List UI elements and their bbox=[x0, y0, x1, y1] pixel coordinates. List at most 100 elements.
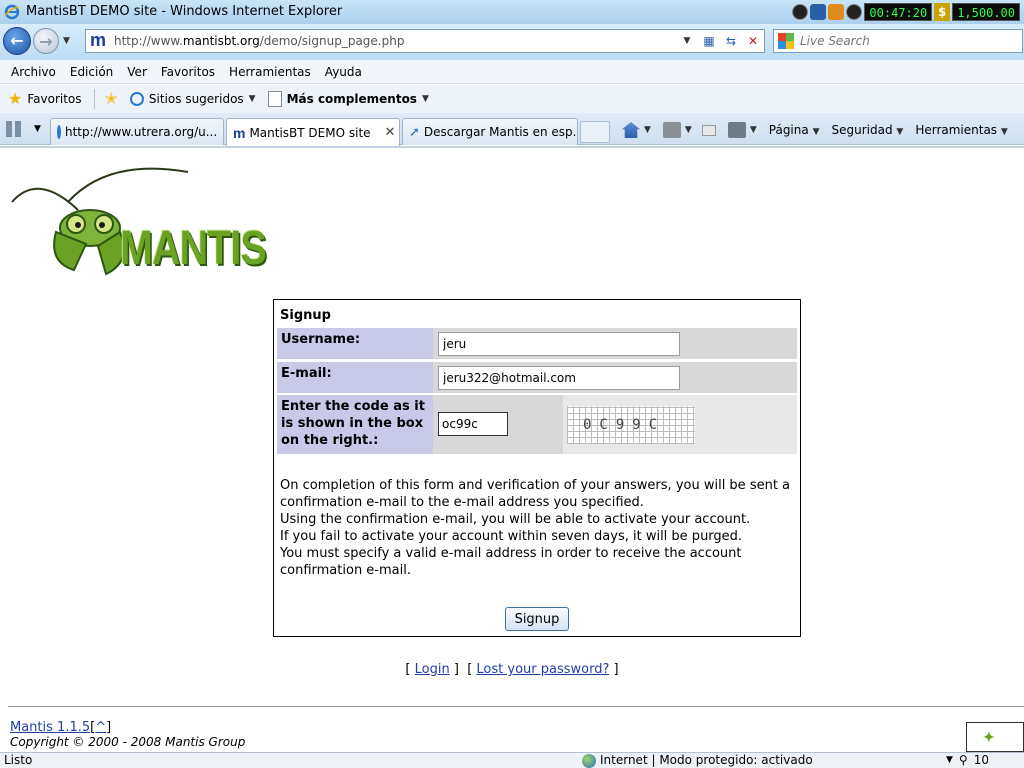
menu-archivo[interactable]: Archivo bbox=[4, 65, 63, 79]
instruction-line: If you fail to activate your account wit… bbox=[280, 529, 743, 544]
tab-mantisbt-demo[interactable]: m MantisBT DEMO site ✕ bbox=[226, 118, 400, 146]
navigation-bar: ← → ▼ m http://www.mantisbt.org/demo/sig… bbox=[0, 24, 1024, 60]
ie-icon bbox=[57, 125, 61, 139]
address-url[interactable]: http://www.mantisbt.org/demo/signup_page… bbox=[114, 34, 676, 48]
dollar-icon: $ bbox=[934, 3, 951, 21]
menu-ver[interactable]: Ver bbox=[120, 65, 154, 79]
login-link[interactable]: Login bbox=[415, 662, 450, 677]
mantis-logo[interactable]: MANTIS bbox=[8, 162, 270, 278]
search-input[interactable] bbox=[798, 33, 998, 49]
mail-icon[interactable] bbox=[701, 124, 716, 136]
address-dropdown-icon[interactable]: ▼ bbox=[676, 31, 698, 51]
chevron-down-icon[interactable]: ▼ bbox=[644, 125, 651, 135]
download-arrow-icon: ➚ bbox=[409, 124, 420, 140]
favorites-bar: ★ Favoritos ✭ Sitios sugeridos ▼ Más com… bbox=[0, 85, 1024, 113]
account-links: [ Login ] [ Lost your password? ] bbox=[405, 662, 619, 677]
system-tray: 00:47:20 $ 1,500.00 bbox=[792, 2, 1020, 22]
stopwatch-icon[interactable] bbox=[846, 4, 863, 20]
tab-list-dropdown-icon[interactable]: ▼ bbox=[34, 124, 41, 134]
arrow-left-icon: ← bbox=[10, 31, 24, 50]
menu-edicion[interactable]: Edición bbox=[63, 65, 120, 79]
footer-divider bbox=[8, 706, 1024, 707]
more-addons-button[interactable]: Más complementos ▼ bbox=[267, 91, 429, 107]
page-footer: Mantis 1.1.5[^] Copyright © 2000 - 2008 … bbox=[10, 720, 246, 749]
captcha-row: Enter the code as it is shown in the box… bbox=[277, 395, 797, 454]
chevron-down-icon: ▼ bbox=[248, 94, 256, 104]
refresh-icon[interactable]: ⇆ bbox=[720, 31, 742, 51]
quick-tabs-icon[interactable] bbox=[6, 121, 22, 137]
instruction-line: Using the confirmation e-mail, you will … bbox=[280, 512, 751, 527]
update-icon[interactable] bbox=[828, 4, 845, 20]
add-favorite-button[interactable]: ✭ bbox=[105, 91, 118, 107]
top-link[interactable]: ^ bbox=[95, 720, 106, 735]
favorites-button[interactable]: ★ Favoritos bbox=[8, 91, 82, 107]
signup-button[interactable]: Signup bbox=[505, 607, 569, 631]
status-bar: Listo Internet | Modo protegido: activad… bbox=[0, 752, 1024, 768]
home-icon[interactable] bbox=[622, 122, 640, 138]
email-label: E-mail: bbox=[277, 362, 433, 393]
chevron-down-icon: ▼ bbox=[421, 94, 429, 104]
tab-utrera[interactable]: http://www.utrera.org/u... bbox=[50, 118, 224, 145]
star-icon: ★ bbox=[8, 89, 23, 108]
stop-icon[interactable]: ✕ bbox=[742, 31, 764, 51]
add-star-icon: ✭ bbox=[104, 89, 118, 108]
new-tab-button[interactable] bbox=[580, 121, 610, 143]
captcha-label: Enter the code as it is shown in the box… bbox=[277, 395, 433, 454]
zoom-control[interactable]: ▼ ⚲ 10 bbox=[946, 753, 989, 768]
zoom-dropdown-icon: ▼ bbox=[946, 755, 953, 765]
page-menu[interactable]: Página ▼ bbox=[769, 123, 820, 137]
network-icon[interactable] bbox=[810, 4, 827, 20]
back-button[interactable]: ← bbox=[3, 27, 31, 55]
title-bar: MantisBT DEMO site - Windows Internet Ex… bbox=[0, 0, 1024, 24]
ie-icon bbox=[129, 92, 144, 106]
security-zone[interactable]: Internet | Modo protegido: activado bbox=[582, 753, 813, 768]
separator bbox=[93, 89, 95, 109]
copyright-text: Copyright © 2000 - 2008 Mantis Group bbox=[10, 735, 246, 749]
close-tab-icon[interactable]: ✕ bbox=[375, 125, 396, 140]
logo-wordmark: MANTIS bbox=[120, 222, 267, 275]
rss-feed-icon[interactable] bbox=[662, 122, 681, 138]
command-bar: ▼ ▼ ▼ Página ▼ Seguridad ▼ Herramientas … bbox=[622, 119, 1008, 141]
page-icon bbox=[267, 91, 282, 107]
globe-icon bbox=[582, 753, 596, 768]
tab-descargar-mantis[interactable]: ➚ Descargar Mantis en esp... bbox=[402, 118, 578, 145]
live-search-icon bbox=[778, 33, 794, 49]
security-menu[interactable]: Seguridad ▼ bbox=[831, 123, 903, 137]
instruction-line: You must specify a valid e-mail address … bbox=[280, 546, 742, 578]
username-input[interactable] bbox=[438, 332, 680, 356]
signup-instructions: On completion of this form and verificat… bbox=[280, 477, 796, 579]
menu-herramientas[interactable]: Herramientas bbox=[222, 65, 318, 79]
tools-menu[interactable]: Herramientas ▼ bbox=[915, 123, 1008, 137]
menu-ayuda[interactable]: Ayuda bbox=[318, 65, 369, 79]
tray-timer: 00:47:20 bbox=[864, 3, 933, 21]
forward-button[interactable]: → bbox=[33, 28, 59, 54]
compatibility-view-icon[interactable]: ▦ bbox=[698, 31, 720, 51]
status-text: Listo bbox=[4, 753, 33, 767]
search-box[interactable] bbox=[773, 29, 1023, 53]
suggested-sites-button[interactable]: Sitios sugeridos ▼ bbox=[129, 92, 256, 106]
history-dropdown-icon[interactable]: ▼ bbox=[63, 36, 70, 46]
mantis-favicon-icon: m bbox=[89, 30, 106, 50]
window-title: MantisBT DEMO site - Windows Internet Ex… bbox=[26, 4, 343, 19]
captcha-input[interactable] bbox=[438, 412, 508, 436]
page-viewport: MANTIS Signup Username: E-mail: Enter th… bbox=[0, 146, 1024, 752]
email-row: E-mail: bbox=[277, 362, 797, 393]
tray-amount: 1,500.00 bbox=[952, 3, 1020, 21]
printer-icon[interactable] bbox=[727, 122, 746, 138]
form-heading: Signup bbox=[280, 308, 331, 323]
address-bar[interactable]: m http://www.mantisbt.org/demo/signup_pa… bbox=[85, 29, 765, 53]
arrow-right-icon: → bbox=[39, 32, 53, 51]
version-link[interactable]: Mantis 1.1.5 bbox=[10, 720, 90, 735]
username-row: Username: bbox=[277, 328, 797, 359]
chevron-down-icon[interactable]: ▼ bbox=[750, 125, 757, 135]
menu-favoritos[interactable]: Favoritos bbox=[154, 65, 222, 79]
close-circle-icon[interactable] bbox=[792, 4, 809, 20]
internet-explorer-icon bbox=[4, 4, 20, 20]
lost-password-link[interactable]: Lost your password? bbox=[476, 662, 609, 677]
captcha-cell: 0C99C bbox=[563, 395, 797, 454]
email-input[interactable] bbox=[438, 366, 680, 390]
tab-row: ▼ http://www.utrera.org/u... m MantisBT … bbox=[0, 113, 1024, 146]
instruction-line: On completion of this form and verificat… bbox=[280, 478, 791, 510]
chevron-down-icon[interactable]: ▼ bbox=[685, 125, 692, 135]
powered-by-mantis-logo[interactable]: ✦ bbox=[966, 722, 1024, 752]
